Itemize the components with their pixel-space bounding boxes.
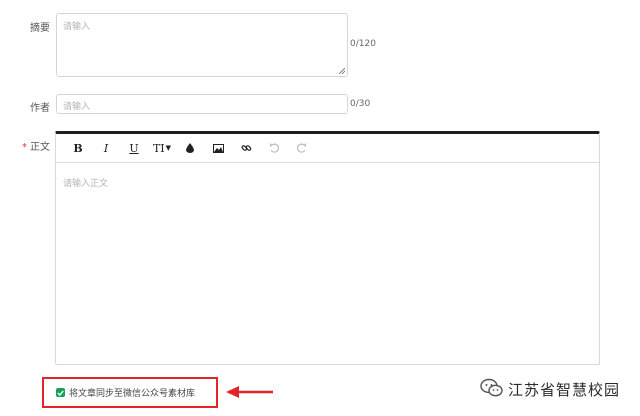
sync-wechat-label[interactable]: 将文章同步至微信公众号素材库 xyxy=(69,386,195,399)
wechat-logo-icon xyxy=(480,378,503,397)
resize-grip-icon[interactable] xyxy=(339,68,345,74)
underline-button[interactable]: U xyxy=(120,138,148,158)
watermark-text: 江苏省智慧校园 xyxy=(508,381,621,399)
link-button[interactable] xyxy=(232,138,260,158)
bold-button[interactable]: B xyxy=(64,138,92,158)
italic-button[interactable]: I xyxy=(92,138,120,158)
redo-icon xyxy=(297,143,306,153)
author-input[interactable]: 请输入 xyxy=(56,94,348,114)
caret-down-icon: ▼ xyxy=(165,144,172,152)
text-color-icon xyxy=(186,143,194,153)
undo-button[interactable] xyxy=(260,138,288,158)
redo-button[interactable] xyxy=(288,138,316,158)
author-counter: 0/30 xyxy=(350,99,371,109)
undo-icon xyxy=(270,143,279,153)
image-button[interactable] xyxy=(204,138,232,158)
text-color-button[interactable] xyxy=(176,138,204,158)
italic-icon: I xyxy=(103,141,109,155)
rich-text-editor[interactable]: B I U TI ▼ 请输入正文 xyxy=(55,131,600,365)
editor-toolbar: B I U TI ▼ xyxy=(56,134,599,163)
summary-label: 摘要 xyxy=(30,23,50,34)
summary-counter: 0/120 xyxy=(350,39,376,49)
font-size-icon: TI xyxy=(152,141,165,155)
underline-icon: U xyxy=(129,141,139,155)
bold-icon: B xyxy=(73,141,83,155)
arrow-icon xyxy=(226,386,273,398)
author-placeholder: 请输入 xyxy=(63,102,91,112)
body-label-row: * 正文 xyxy=(20,138,50,153)
checkmark-icon xyxy=(57,390,64,396)
sync-wechat-checkbox[interactable] xyxy=(56,388,65,397)
font-size-button[interactable]: TI ▼ xyxy=(148,138,176,158)
body-label: 正文 xyxy=(30,142,50,153)
image-icon xyxy=(212,143,224,153)
summary-placeholder: 请输入 xyxy=(63,22,91,32)
author-label: 作者 xyxy=(30,103,50,114)
body-placeholder: 请输入正文 xyxy=(63,179,109,189)
link-icon xyxy=(240,144,251,151)
required-mark: * xyxy=(22,142,27,153)
summary-textarea[interactable]: 请输入 xyxy=(56,13,348,77)
